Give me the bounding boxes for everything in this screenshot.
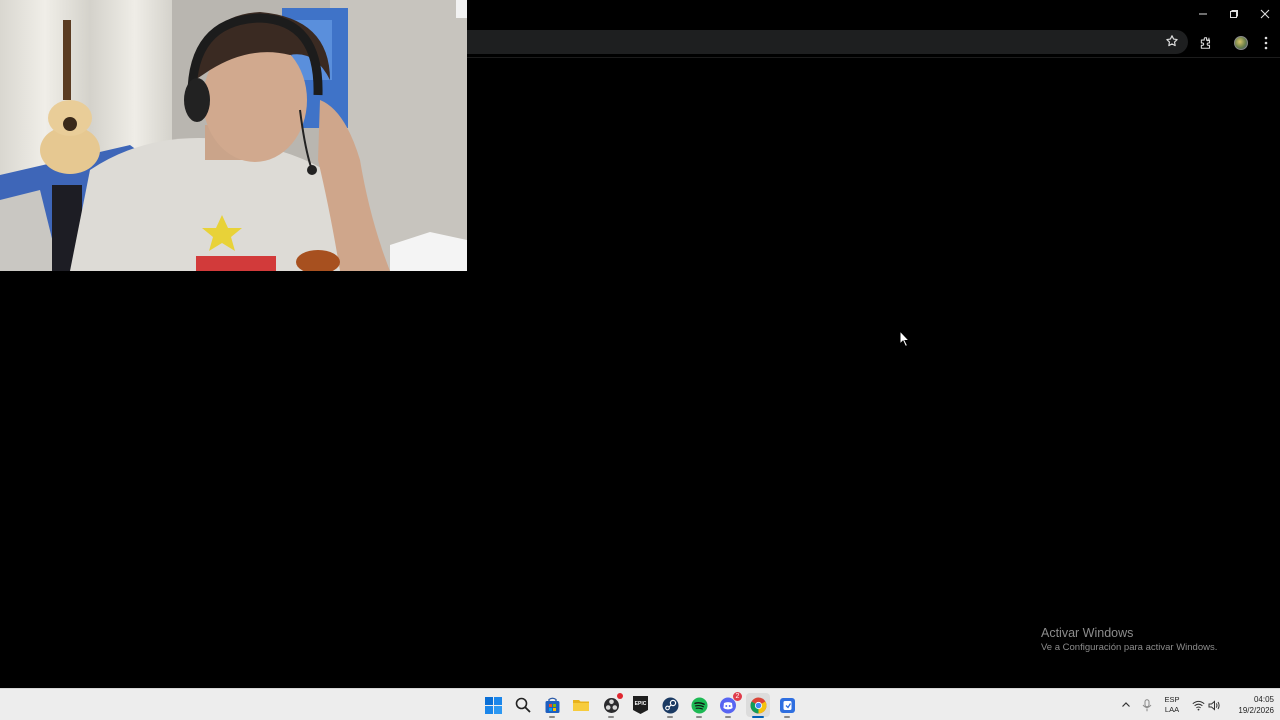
discord-notification-badge: 2 <box>733 692 742 701</box>
minimize-button[interactable] <box>1188 0 1218 28</box>
running-indicator <box>725 716 731 718</box>
webcam-overlay <box>0 0 467 271</box>
taskbar-app-obs[interactable] <box>599 693 623 718</box>
spotify-icon <box>691 697 707 713</box>
epic-games-label: EPIC <box>634 701 646 707</box>
speaker-icon <box>1208 699 1220 711</box>
taskbar: EPIC 2 ESP LAA 04:05 19/2/2026 <box>0 688 1280 720</box>
extensions-button[interactable] <box>1196 33 1216 53</box>
address-bar[interactable] <box>440 30 1188 54</box>
windows-logo-icon <box>484 696 502 714</box>
blue-app-icon <box>779 697 795 713</box>
network-button[interactable] <box>1190 697 1206 713</box>
epic-games-icon: EPIC <box>632 696 648 714</box>
bookmark-star-icon <box>1166 35 1178 47</box>
steam-icon <box>662 697 678 713</box>
running-indicator <box>696 716 702 718</box>
minimize-icon <box>1199 13 1207 15</box>
folder-icon <box>573 700 589 711</box>
running-indicator <box>784 716 790 718</box>
search-icon <box>515 697 531 713</box>
language-code: ESP <box>1164 695 1180 704</box>
webcam-feed-image <box>0 0 467 271</box>
clock-date: 19/2/2026 <box>1238 706 1274 715</box>
restore-icon <box>1230 10 1238 18</box>
volume-button[interactable] <box>1206 697 1222 713</box>
wifi-icon <box>1191 700 1205 710</box>
running-indicator <box>608 716 614 718</box>
taskbar-app-store[interactable] <box>540 693 564 718</box>
clock-time: 04:05 <box>1253 695 1274 704</box>
input-language-indicator[interactable]: ESP LAA <box>1158 695 1186 715</box>
browser-menu-button[interactable] <box>1256 33 1276 53</box>
running-indicator <box>549 716 555 718</box>
activate-windows-watermark: Activar Windows Ve a Configuración para … <box>1041 626 1217 655</box>
microphone-button[interactable] <box>1139 697 1155 713</box>
webcam-corner-tab <box>456 0 467 18</box>
taskbar-app-epic-games[interactable]: EPIC <box>628 693 652 717</box>
recording-indicator-icon <box>617 693 623 699</box>
desktop-screen: Activar Windows Ve a Configuración para … <box>0 0 1280 720</box>
taskbar-app-discord[interactable]: 2 <box>716 692 742 718</box>
chrome-icon <box>750 697 766 713</box>
show-hidden-icons-button[interactable] <box>1118 697 1134 713</box>
taskbar-app-steam[interactable] <box>658 693 682 718</box>
start-button[interactable] <box>481 693 505 717</box>
taskbar-app-spotify[interactable] <box>687 693 711 718</box>
microphone-icon <box>1142 698 1152 711</box>
extensions-icon <box>1200 37 1211 49</box>
store-icon <box>545 697 559 713</box>
profile-avatar-icon <box>1234 36 1248 50</box>
close-button[interactable] <box>1250 0 1280 28</box>
restore-button[interactable] <box>1219 0 1249 28</box>
obs-icon <box>603 697 619 713</box>
clock[interactable]: 04:05 19/2/2026 <box>1224 694 1274 716</box>
watermark-title: Activar Windows <box>1041 626 1134 640</box>
active-indicator <box>752 716 764 718</box>
watermark-subtitle: Ve a Configuración para activar Windows. <box>1041 642 1218 653</box>
running-indicator <box>667 716 673 718</box>
kebab-menu-icon <box>1264 36 1268 50</box>
close-icon <box>1260 9 1270 19</box>
taskbar-app-file-explorer[interactable] <box>569 693 593 717</box>
mouse-cursor-icon <box>899 330 911 348</box>
taskbar-app-chrome[interactable] <box>746 693 770 718</box>
bookmark-star-button[interactable] <box>1162 31 1182 51</box>
keyboard-layout-code: LAA <box>1164 705 1180 714</box>
search-button[interactable] <box>511 693 535 717</box>
chevron-up-icon <box>1122 702 1130 707</box>
profile-button[interactable] <box>1231 33 1251 53</box>
taskbar-app-blue[interactable] <box>775 693 799 718</box>
